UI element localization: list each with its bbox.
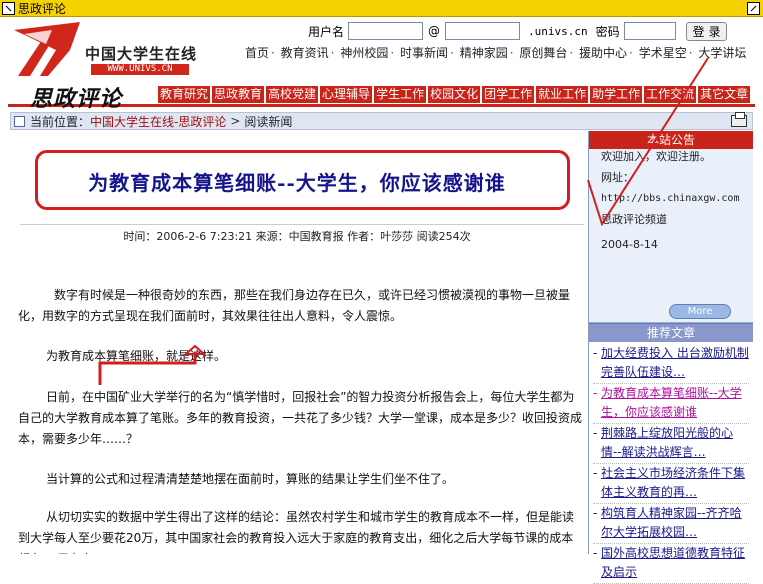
window-title: 思政评论 — [18, 1, 67, 16]
at-sign: @ — [428, 24, 441, 38]
paragraph-4: 当计算的公式和过程清清楚楚地摆在面前时，算账的结果让学生们坐不住了。 — [46, 472, 455, 486]
breadcrumb: 当前位置： 中国大学生在线-思政评论 > 阅读新闻 — [10, 112, 753, 130]
topnav-home[interactable]: 首页 — [245, 46, 269, 60]
divider — [20, 224, 584, 225]
more-button[interactable]: More — [669, 304, 731, 319]
menu-item-education-research[interactable]: 教育研究 — [158, 86, 211, 103]
topnav-spirit-home[interactable]: 精神家园 — [460, 46, 508, 60]
maximize-icon[interactable] — [747, 2, 760, 15]
list-item[interactable]: - 加大经费投入 出台激励机制 完善队伍建设… — [593, 344, 749, 384]
window-titlebar: 思政评论 — [0, 0, 763, 17]
menu-item-other[interactable]: 其它文章 — [698, 86, 751, 103]
topnav-academic[interactable]: 学术星空 — [639, 46, 687, 60]
domain-input[interactable] — [445, 22, 521, 40]
top-nav: 首页 · 教育资讯 · 神州校园 · 时事新闻 · 精神家园 · 原创舞台 · 援助中心 · … — [245, 46, 747, 60]
list-item[interactable]: - 构筑育人精神家园--齐齐哈尔大学拓展校园… — [593, 504, 749, 544]
breadcrumb-link[interactable]: 中国大学生在线-思政评论 — [90, 113, 226, 130]
breadcrumb-arrow: > — [230, 114, 241, 128]
menu-item-counseling[interactable]: 心理辅导 — [320, 86, 373, 103]
menu-item-campus-culture[interactable]: 校园文化 — [428, 86, 481, 103]
topnav-aid-center[interactable]: 援助中心 — [579, 46, 627, 60]
login-form: 用户名 @ .univs.cn 密码 登 录 — [308, 21, 728, 41]
notice-panel: 欢迎加入，欢迎注册。 网址： http://bbs.chinaxgw.com 思… — [589, 149, 753, 323]
section-menu: 教育研究 思政教育 高校党建 心理辅导 学生工作 校园文化 团学工作 就业工作 … — [158, 86, 752, 103]
menu-item-league-work[interactable]: 团学工作 — [482, 86, 535, 103]
site-logo-icon[interactable] — [10, 20, 84, 78]
password-label: 密码 — [595, 24, 620, 39]
location-icon — [14, 115, 25, 127]
article-meta: 时间：2006-2-6 7:23:21 来源：中国教育报 作者：叶莎莎 阅读25… — [123, 230, 471, 243]
list-item[interactable]: - 为教育成本算笔细账--大学生，你应该感谢谁 — [593, 384, 749, 424]
topnav-lecture[interactable]: 大学讲坛 — [698, 46, 746, 60]
username-label: 用户名 — [308, 24, 345, 39]
login-button[interactable]: 登 录 — [685, 21, 728, 41]
list-item[interactable]: - 荆棘路上绽放阳光般的心情--解读洪战辉言… — [593, 424, 749, 464]
section-navbar: 思政评论 教育研究 思政教育 高校党建 心理辅导 学生工作 校园文化 团学工作 … — [8, 85, 755, 112]
recommended-header: 推荐文章 — [589, 323, 753, 342]
notice-line: 网址： — [601, 171, 634, 184]
topnav-current-news[interactable]: 时事新闻 — [400, 46, 448, 60]
breadcrumb-current: 阅读新闻 — [244, 114, 293, 129]
logo-text: 中国大学生在线 — [85, 45, 198, 63]
notice-line: 思政评论频道 — [601, 213, 667, 226]
article-title: 为教育成本算笔细账--大学生，你应该感谢谁 — [88, 171, 506, 195]
paragraph-1: 数字有时候是一种很奇妙的东西，那些在我们身边存在已久，或许已经习惯被漠视的事物一… — [18, 288, 571, 323]
notice-date: 2004-8-14 — [601, 238, 658, 251]
notice-line: 欢迎加入，欢迎注册。 — [601, 150, 711, 163]
menu-item-ideology-education[interactable]: 思政教育 — [212, 86, 265, 103]
logo-url: WWW.UNIVS.CN — [91, 64, 189, 75]
username-input[interactable] — [348, 22, 424, 40]
article: 为教育成本算笔细账--大学生，你应该感谢谁 时间：2006-2-6 7:23:2… — [10, 131, 584, 554]
topnav-education-news[interactable]: 教育资讯 — [281, 46, 329, 60]
recommended-list: - 加大经费投入 出台激励机制 完善队伍建设… - 为教育成本算笔细账--大学生，你… — [589, 342, 753, 584]
menu-item-party-building[interactable]: 高校党建 — [266, 86, 319, 103]
minimize-icon[interactable] — [2, 1, 15, 15]
topnav-campus[interactable]: 神州校园 — [340, 46, 388, 60]
notice-header: 本站公告 — [589, 131, 753, 149]
password-input[interactable] — [623, 22, 676, 40]
paragraph-2: 为教育成本算笔细账，就是这样。 — [46, 349, 227, 363]
menu-item-exchange[interactable]: 工作交流 — [644, 86, 697, 103]
domain-suffix: .univs.cn — [528, 24, 588, 38]
menu-item-employment[interactable]: 就业工作 — [536, 86, 589, 103]
paragraph-3: 日前，在中国矿业大学举行的名为“慎学惜时，回报社会”的智力投资分析报告会上，每位… — [18, 390, 583, 446]
section-brand: 思政评论 — [30, 86, 123, 112]
topnav-original-stage[interactable]: 原创舞台 — [519, 46, 567, 60]
paragraph-5: 从切切实实的数据中学生得出了这样的结论：虽然农村学生和城市学生的教育成本不一样，… — [18, 510, 575, 554]
list-item[interactable]: - 国外高校思想道德教育特征及启示 — [593, 544, 749, 584]
menu-item-financial-aid[interactable]: 助学工作 — [590, 86, 643, 103]
notice-url[interactable]: http://bbs.chinaxgw.com — [601, 188, 741, 209]
print-icon[interactable] — [731, 112, 747, 127]
page: 中国大学生在线 WWW.UNIVS.CN 用户名 @ .univs.cn 密码 … — [8, 17, 755, 584]
menu-item-student-work[interactable]: 学生工作 — [374, 86, 427, 103]
site-header: 中国大学生在线 WWW.UNIVS.CN 用户名 @ .univs.cn 密码 … — [8, 17, 755, 85]
sidebar: 本站公告 欢迎加入，欢迎注册。 网址： http://bbs.chinaxgw.… — [588, 131, 753, 584]
list-item[interactable]: - 社会主义市场经济条件下集体主义教育的再… — [593, 464, 749, 504]
breadcrumb-prefix: 当前位置： — [30, 114, 91, 129]
